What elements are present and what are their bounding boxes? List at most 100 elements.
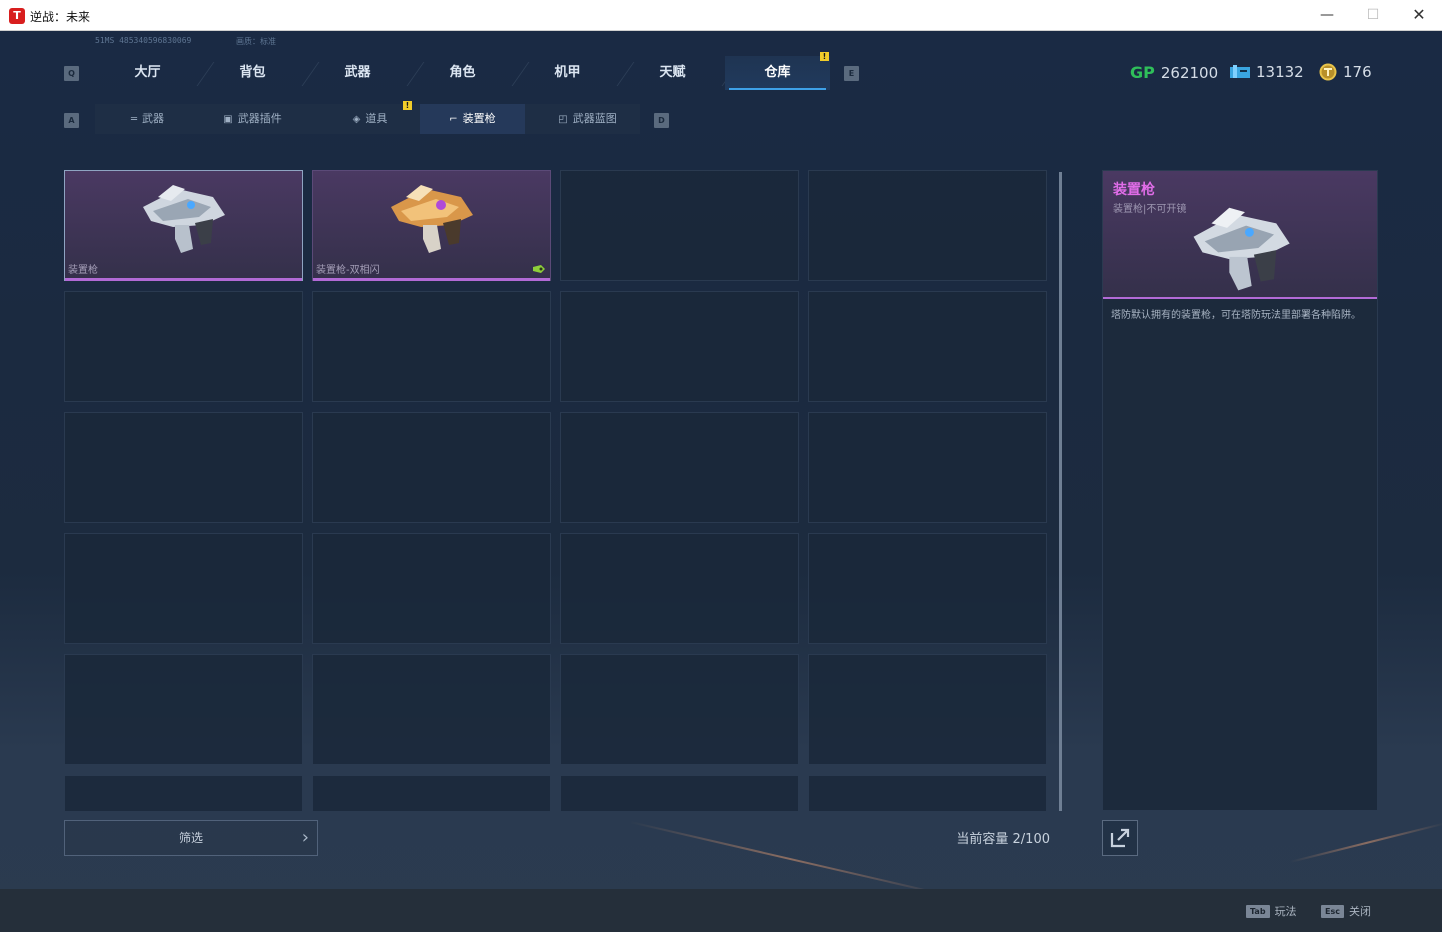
tab-label: 仓库: [764, 65, 791, 80]
main-tab-bar: 大厅 背包 武器 角色 机甲 天赋 仓库: [95, 56, 830, 90]
inventory-item-device-gun-dual-phase[interactable]: 装置枪-双相闪: [312, 170, 551, 281]
tab-weapons[interactable]: 武器: [305, 56, 425, 90]
background-streak: [1289, 822, 1442, 863]
tab-characters[interactable]: 角色: [410, 56, 530, 90]
empty-slot[interactable]: [312, 412, 551, 523]
rifle-icon: ═: [130, 114, 138, 125]
empty-slot[interactable]: [808, 654, 1047, 765]
empty-slot[interactable]: [64, 412, 303, 523]
empty-slot[interactable]: [808, 291, 1047, 402]
tab-talents[interactable]: 天赋: [620, 56, 740, 90]
subtab-weapon-plugins[interactable]: ▣ 武器插件: [200, 104, 305, 134]
detail-subtitle: 装置枪|不可开镜: [1113, 204, 1187, 215]
subtab-label: 装置枪: [462, 112, 496, 125]
hint-gameplay[interactable]: Tab 玩法: [1246, 903, 1297, 919]
skin-tag-icon: [533, 265, 545, 273]
subtab-weapons[interactable]: ═ 武器: [95, 104, 200, 134]
device-gun-skin-icon: [391, 185, 473, 253]
tab-warehouse[interactable]: 仓库: [725, 56, 830, 90]
window-title: 逆战：未来: [30, 10, 91, 24]
hint-close[interactable]: Esc 关闭: [1321, 903, 1371, 919]
tab-mecha[interactable]: 机甲: [515, 56, 635, 90]
subtab-label: 武器插件: [237, 112, 282, 125]
prev-tab-key[interactable]: Q: [64, 66, 79, 81]
gp-value: 262100: [1160, 63, 1219, 82]
blueprint-icon: ◰: [558, 114, 568, 125]
next-subtab-key[interactable]: D: [654, 113, 669, 128]
empty-slot[interactable]: [560, 170, 799, 281]
rarity-bar: [313, 278, 550, 281]
warehouse-alert-icon: !: [820, 52, 829, 61]
coin-icon: [1319, 63, 1337, 81]
filter-button[interactable]: 筛选 ›: [64, 820, 318, 856]
empty-slot[interactable]: [808, 412, 1047, 523]
coin-currency: 176: [1319, 63, 1372, 81]
ticket-icon: [1230, 65, 1250, 78]
empty-slot[interactable]: [312, 654, 551, 765]
quality-label: 画质：标准: [236, 37, 276, 46]
window-titlebar: T 逆战：未来 — ☐ ✕: [0, 0, 1442, 31]
props-alert-icon: !: [403, 101, 412, 110]
empty-slot[interactable]: [560, 654, 799, 765]
device-gun-preview-icon: [1193, 207, 1290, 291]
session-id: 51MS 485340596830069: [95, 36, 192, 45]
next-tab-key[interactable]: E: [844, 66, 859, 81]
inventory-scrollbar[interactable]: [1059, 172, 1062, 811]
tab-label: 机甲: [554, 65, 581, 80]
tab-label: 角色: [449, 65, 476, 80]
hint-label: 玩法: [1274, 905, 1297, 918]
rarity-bar: [65, 278, 302, 281]
maximize-button[interactable]: ☐: [1350, 0, 1396, 31]
tab-backpack[interactable]: 背包: [200, 56, 320, 90]
detail-description: 塔防默认拥有的装置枪，可在塔防玩法里部署各种陷阱。: [1111, 310, 1361, 321]
empty-slot[interactable]: [64, 533, 303, 644]
hint-label: 关闭: [1348, 905, 1371, 918]
empty-slot[interactable]: [64, 654, 303, 765]
key-badge: Tab: [1246, 904, 1270, 918]
empty-slot[interactable]: [560, 412, 799, 523]
item-name: 装置枪-双相闪: [316, 265, 380, 276]
gp-currency: GP 262100: [1130, 63, 1218, 82]
close-button[interactable]: ✕: [1396, 0, 1442, 31]
empty-slot[interactable]: [312, 291, 551, 402]
ticket-value: 13132: [1256, 63, 1304, 81]
empty-slot[interactable]: [560, 291, 799, 402]
empty-slot[interactable]: [808, 775, 1047, 811]
empty-slot[interactable]: [560, 775, 799, 811]
filter-label: 筛选: [178, 831, 203, 845]
gp-icon: GP: [1130, 63, 1155, 82]
tab-label: 武器: [344, 65, 371, 80]
app-icon: T: [9, 8, 25, 24]
expand-button[interactable]: [1102, 820, 1138, 856]
tab-label: 背包: [239, 65, 266, 80]
rarity-line: [1103, 297, 1377, 299]
empty-slot[interactable]: [312, 775, 551, 811]
detail-title: 装置枪: [1113, 182, 1155, 198]
bottom-hint-bar: Tab 玩法 Esc 关闭: [0, 889, 1442, 932]
empty-slot[interactable]: [808, 533, 1047, 644]
empty-slot[interactable]: [808, 170, 1047, 281]
subtab-props[interactable]: ◈ 道具: [325, 104, 415, 134]
prev-subtab-key[interactable]: A: [64, 113, 79, 128]
empty-slot[interactable]: [64, 775, 303, 811]
device-gun-icon: [143, 185, 225, 253]
subtab-weapon-blueprints[interactable]: ◰ 武器蓝图: [535, 104, 640, 134]
chip-icon: ▣: [223, 114, 233, 125]
coin-value: 176: [1343, 63, 1372, 81]
prop-icon: ◈: [352, 114, 361, 125]
detail-header: 装置枪 装置枪|不可开镜: [1103, 171, 1377, 299]
empty-slot[interactable]: [312, 533, 551, 644]
tab-label: 天赋: [659, 65, 686, 80]
subtab-label: 道具: [365, 112, 388, 125]
inventory-item-device-gun[interactable]: 装置枪: [64, 170, 303, 281]
subtab-device-gun[interactable]: ⌐ 装置枪: [420, 104, 525, 134]
empty-slot[interactable]: [64, 291, 303, 402]
tab-lobby[interactable]: 大厅: [95, 56, 215, 90]
tab-label: 大厅: [134, 65, 161, 80]
inventory-grid: 装置枪 装置枪-双相闪: [64, 170, 1049, 811]
item-name: 装置枪: [68, 265, 98, 276]
chevron-right-icon: ›: [301, 827, 309, 848]
minimize-button[interactable]: —: [1304, 0, 1350, 31]
external-link-icon: [1110, 828, 1130, 848]
empty-slot[interactable]: [560, 533, 799, 644]
